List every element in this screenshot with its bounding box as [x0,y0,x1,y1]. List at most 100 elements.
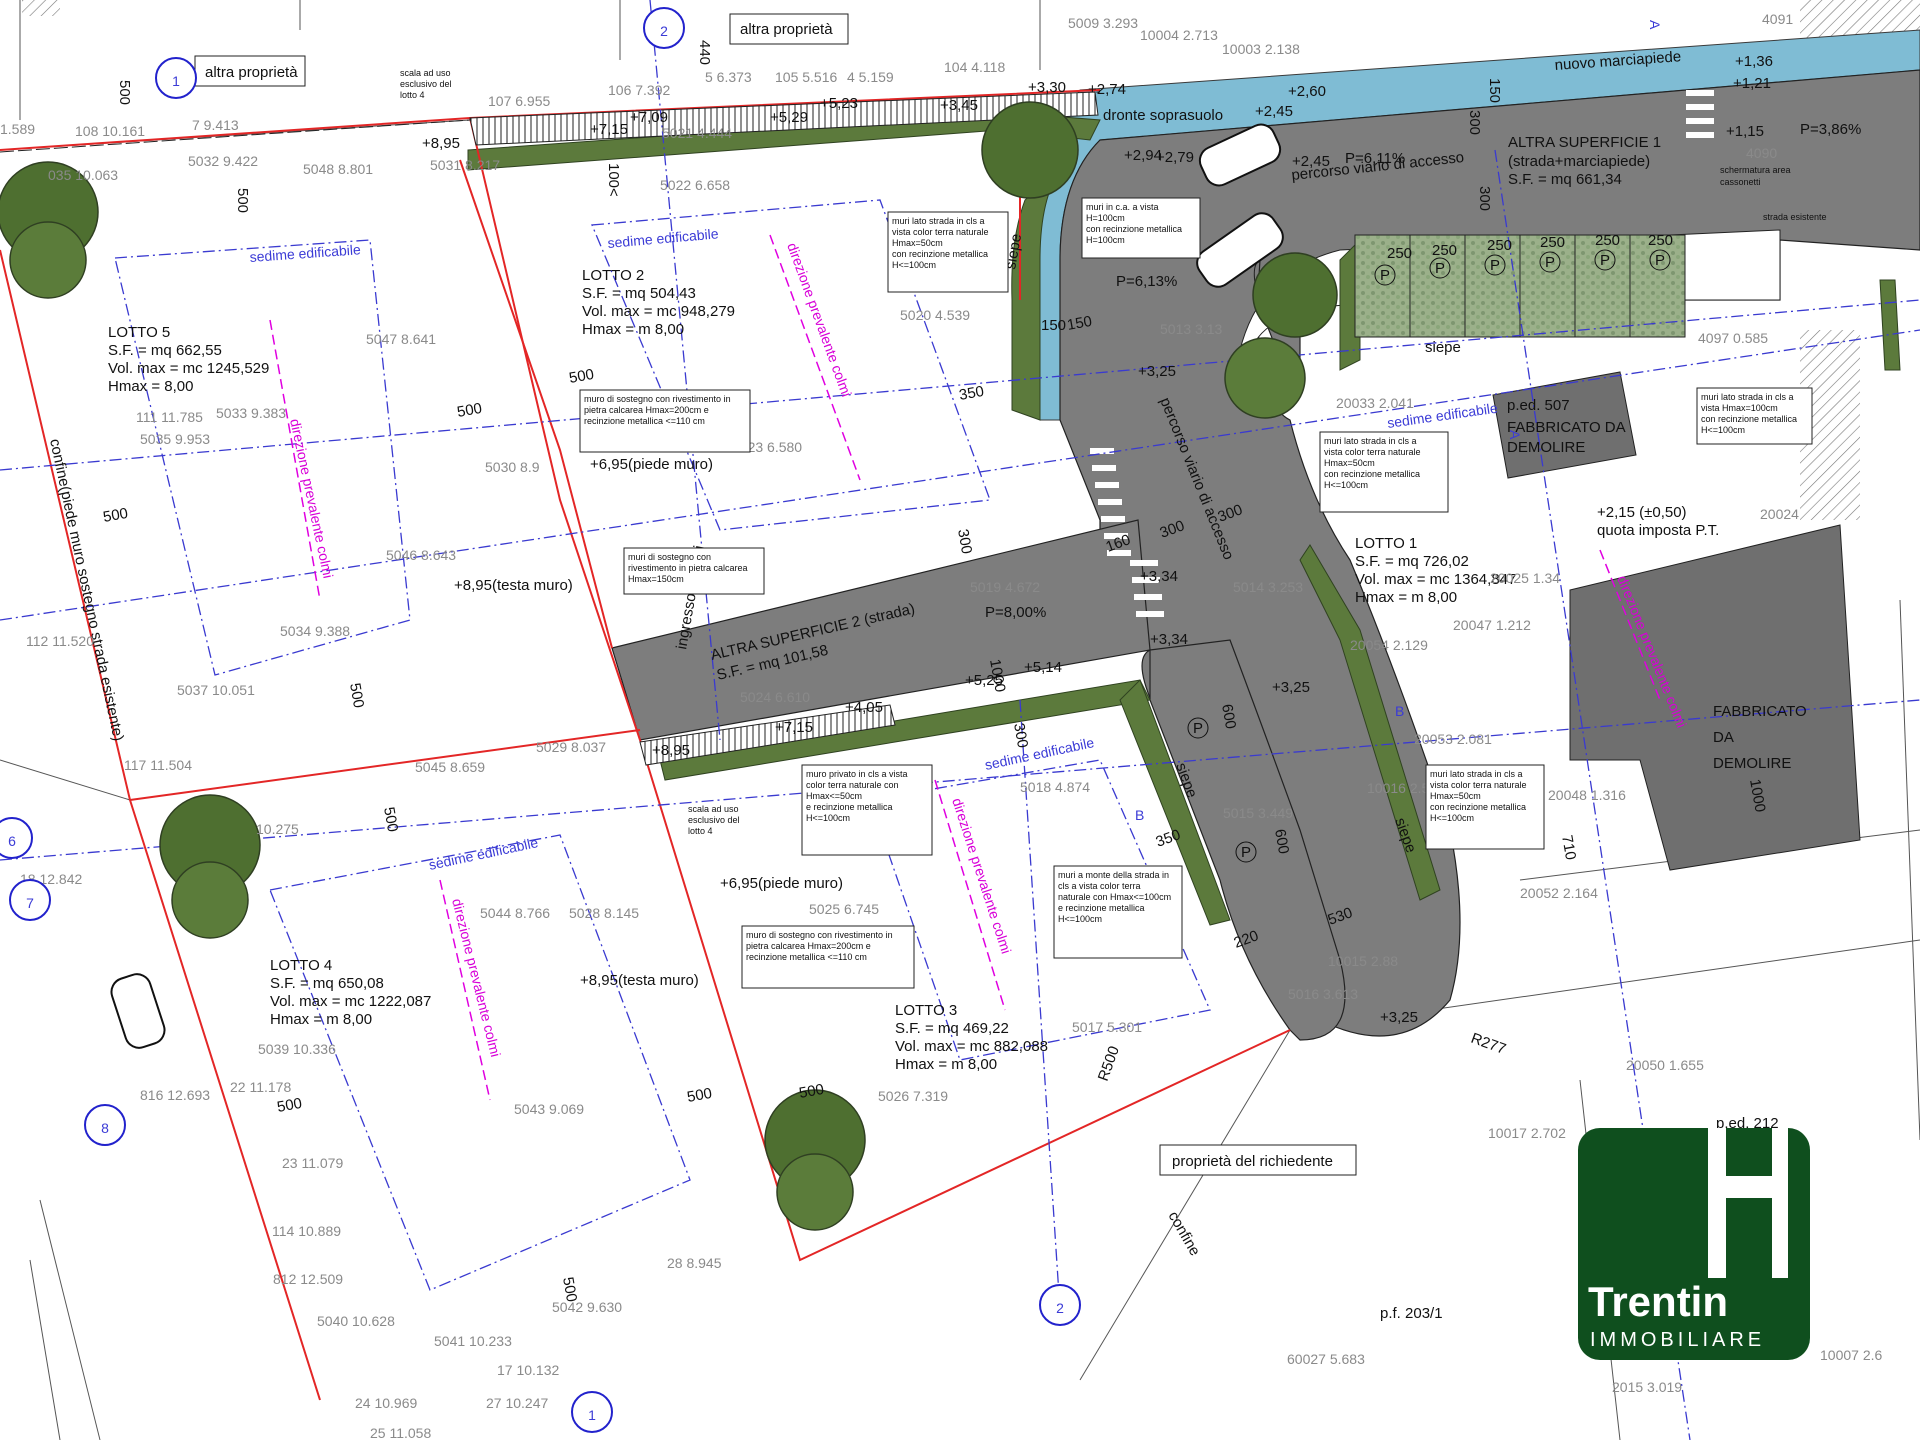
elevation: +5,23 [820,95,858,112]
spot-height: 5021 4.444 [662,125,732,141]
spot-height: 107 6.955 [488,93,550,109]
confine-label-2: confine [1165,1209,1204,1259]
note-line: muro privato in cls a vista [806,769,908,779]
note-line: muri in c.a. a vista [1086,202,1159,212]
elevation: +2,45 [1292,153,1330,170]
spot-height: 10015 2.88 [1328,953,1398,969]
note-line: muri di sostegno con [628,552,711,562]
elevation: +2,45 [1255,103,1293,120]
spot-height: 20048 1.316 [1548,787,1626,803]
note-line: pietra calcarea Hmax=200cm e [746,941,871,951]
direction-label: direzione prevalente colmi [449,897,504,1059]
dimension: 500 [568,366,596,387]
note-scala-top: scala ad uso [400,68,451,78]
spot-height: 5009 3.293 [1068,15,1138,31]
lot-surface: S.F. = mq 726,02 [1355,553,1469,570]
spot-height: 816 12.693 [140,1087,210,1103]
elevation: +1,36 [1735,53,1773,70]
note-line: H<=100cm [1324,480,1368,490]
spot-height: 5042 9.630 [552,1299,622,1315]
spot-height: 104 4.118 [944,59,1005,75]
spot-height: 25 11.058 [370,1425,431,1440]
note-line: muro di sostegno con rivestimento in [746,930,893,940]
spot-height: 7 9.413 [192,117,239,133]
parking-marker-label: P [1193,720,1203,737]
note-scala-bottom: scala ad uso [688,804,739,814]
spot-height: 035 10.063 [48,167,118,183]
spot-height: 5035 9.953 [140,431,210,447]
buildable-label: sedime edificabile [607,225,719,251]
spot-height: 5017 5.301 [1072,1019,1142,1035]
note-line: naturale con Hmax<=100cm [1058,892,1171,902]
elevation: +7,15 [590,121,628,138]
dimension: 250 [1432,242,1457,259]
note-line: H=100cm [1086,235,1125,245]
lot-height: Hmax = 8,00 [108,378,193,395]
section-mark: A [1507,430,1523,440]
dimension: 500 [116,80,133,105]
parking-marker-label: P [1600,252,1610,269]
note-scala-top: esclusivo del [400,79,452,89]
note-line: muri lato strada in cls a [892,216,985,226]
spot-height: 2015 3.019 [1612,1379,1682,1395]
lot-height: Hmax = m 8,00 [1355,589,1457,606]
note-line: muri lato strada in cls a [1430,769,1523,779]
section-circle-label: 7 [26,895,34,911]
note-line: muri lato strada in cls a [1324,436,1417,446]
section-circle-label: 2 [660,23,668,39]
note-line: vista color terra naturale [892,227,989,237]
lot-name: LOTTO 4 [270,957,332,974]
spot-height: 20025 1.34 [1490,570,1560,586]
lot-height: Hmax = m 8,00 [270,1011,372,1028]
spot-height: 5032 9.422 [188,153,258,169]
spot-height: 20050 1.655 [1626,1057,1704,1073]
spot-height: 5019 4.672 [970,579,1040,595]
elevation: +1,21 [1733,75,1771,92]
parking-marker-label: P [1545,254,1555,271]
elevation: +3,34 [1150,631,1188,648]
lot-volume: Vol. max = mc 882,088 [895,1038,1048,1055]
note-line: con recinzione metallica [1324,469,1420,479]
spot-height: 4090 [1746,145,1777,161]
note-line: H<=100cm [806,813,850,823]
note-line: Hmax=50cm [1324,458,1375,468]
strada-esistente-label: strada esistente [1763,212,1827,222]
note-line: con recinzione metallica [892,249,988,259]
spot-height: 20047 1.212 [1453,617,1531,633]
building-2-ped: p.ed. 507 [1507,397,1570,414]
dronte-label: dronte soprasuolo [1103,107,1223,124]
spot-height: 4091 [1762,11,1793,27]
parking-marker-label: P [1490,257,1500,274]
note-line: vista color terra naturale [1324,447,1421,457]
area-1-title: ALTRA SUPERFICIE 1 [1508,134,1661,151]
section-mark: A [1647,20,1663,30]
section-mark: B [1135,807,1144,823]
note-line: color terra naturale con [806,780,899,790]
spot-height: 10004 2.713 [1140,27,1218,43]
spot-height: 5044 8.766 [480,905,550,921]
box-altra-1-text: altra proprietà [205,64,298,81]
parking-marker-label: P [1241,844,1251,861]
area-1-sub: (strada+marciapiede) [1508,153,1650,170]
dimension: 250 [1487,237,1512,254]
lot-height: Hmax = m 8,00 [895,1056,997,1073]
elevation: +2,60 [1288,83,1326,100]
note-line: recinzione metallica <=110 cm [746,952,867,962]
slope-c: P=3,86% [1800,121,1861,138]
spot-height: 812 12.509 [273,1271,343,1287]
section-circle-label: 2 [1056,1300,1064,1316]
direction-label: direzione prevalente colmi [287,417,336,579]
building-1-label: DEMOLIRE [1713,755,1791,772]
elevation: +3,34 [1140,568,1178,585]
note-line: H<=100cm [1058,914,1102,924]
buildable-label: sedime edificabile [249,241,361,265]
siepe-2: siepe [1425,339,1461,356]
elevation: +7,09 [630,109,668,126]
spot-height: 10003 2.138 [1222,41,1300,57]
note-line: e recinzione metallica [1058,903,1145,913]
quota-label: quota imposta P.T. [1597,522,1719,539]
dimension: 500 [346,682,367,710]
hatch-band-top-left [22,0,60,16]
spot-height: 5046 8.643 [386,547,456,563]
quota-value: +2,15 (±0,50) [1597,504,1687,521]
